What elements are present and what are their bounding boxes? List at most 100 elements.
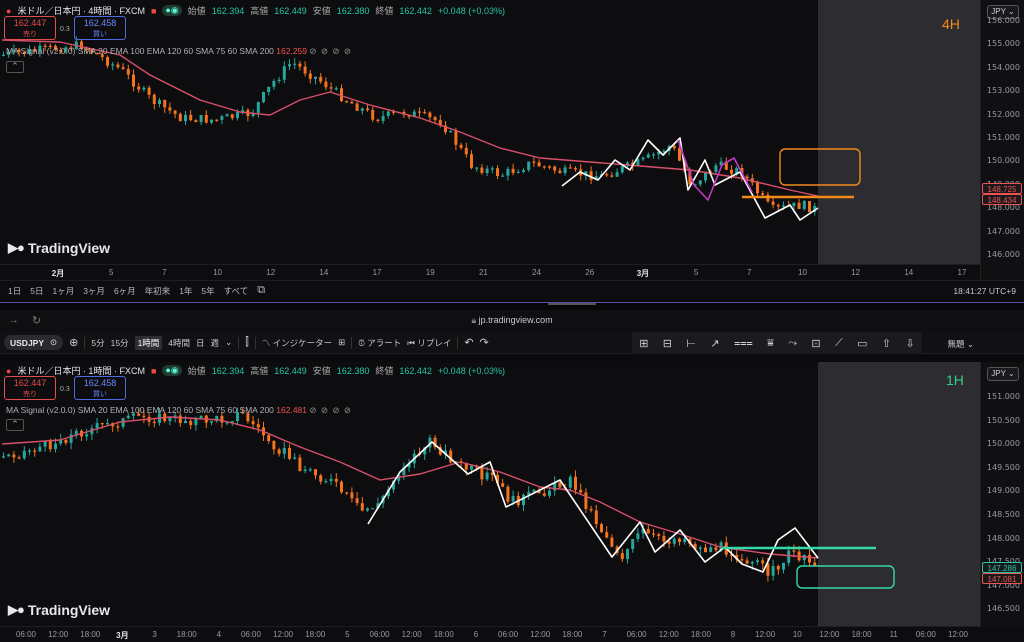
clock[interactable]: 18:41:27 UTC+9 [953,286,1016,296]
collapse-legend-button[interactable]: ⌃ [6,419,24,431]
layout-name[interactable]: 無題 ⌄ [948,338,975,350]
plot-area-1h[interactable]: ● 米ドル／日本円 · 1時間 · FXCM ■ ●◉ 始値 162.394 高値… [0,362,980,626]
price-axis-4h[interactable]: JPY ⌄ 156.000 155.000 154.000 153.000 152.00… [980,0,1024,280]
collapse-legend-button[interactable]: ⌃ [6,61,24,73]
redo-button[interactable]: ↷ [480,336,489,349]
trend-tool-icon[interactable]: ↗ [710,337,719,350]
compare-button[interactable]: ⊕ [69,336,78,349]
pane-divider[interactable] [0,302,1024,310]
rect-tool-icon[interactable]: ⊡ [811,337,820,350]
candle-body [366,108,369,110]
fib-tool-icon[interactable]: ⊢ [686,337,696,350]
range-5d[interactable]: 5日 [30,285,43,297]
candle-body [2,54,5,57]
candle-body [771,566,775,576]
interval-day[interactable]: 日 [196,337,205,349]
indicator-legend[interactable]: MA Signal (v2.0.0) SMA 20 EMA 100 EMA 12… [6,405,352,416]
candle-body [298,63,302,67]
templates-icon[interactable]: ⊞ [338,337,345,348]
long-position-icon[interactable]: ⇧ [882,337,891,350]
time-tick: 18:00 [851,630,872,639]
time-tick: 5 [345,630,350,639]
alert-button[interactable]: ⏰︎ アラート [358,337,401,349]
candle-body [470,154,473,168]
candle-body [761,560,765,564]
candle-body [360,108,364,111]
short-position-icon[interactable]: ⇩ [905,337,914,350]
candle-body [324,481,328,483]
drag-handle[interactable] [548,303,596,305]
candle-body [792,202,796,207]
range-5y[interactable]: 5年 [201,285,214,297]
brush-tool-icon[interactable]: ⟋ [835,337,843,350]
time-tick: 12:00 [48,630,69,639]
candle-body [106,423,109,425]
replay-button[interactable]: ⏮︎ リプレイ [407,337,451,349]
interval-15m[interactable]: 15分 [111,337,129,349]
time-tick: 18:00 [80,630,101,639]
candle-body [272,441,276,450]
tradingview-logo-icon: ▶● [8,240,25,255]
path-tool-icon[interactable]: ⤳ [788,337,797,350]
close-value: 162.442 [399,5,432,16]
price-tag: 148.434 [982,194,1022,205]
open-value: 162.394 [211,5,245,16]
time-axis-1h[interactable]: 06:00 12:00 18:00 3月 3 18:00 4 06:00 12:00 18:00 5… [0,626,980,642]
comment-tool-icon[interactable]: ▭ [857,337,867,350]
timeframe-label: 1H [946,372,964,388]
ma-line-1h [1,416,819,559]
url-text[interactable]: 🔒︎ jp.tradingview.com [0,315,1024,326]
candle-body [85,434,89,437]
candle-body [230,420,234,423]
range-1y[interactable]: 1年 [179,285,192,297]
channel-tool-icon[interactable]: ⩶ [734,337,753,350]
range-6m[interactable]: 6ヶ月 [114,285,136,297]
sell-button[interactable]: 162.447 売り [4,16,56,40]
pitchfork-tool-icon[interactable]: ⩸ [767,337,774,350]
interval-5m[interactable]: 5分 [91,337,104,349]
time-tick: 6 [473,630,479,639]
range-3m[interactable]: 3ヶ月 [83,285,105,297]
currency-selector[interactable]: JPY ⌄ [987,367,1019,381]
candle-body [714,547,718,551]
buy-button[interactable]: 162.458 買い [74,376,126,400]
interval-dropdown-icon[interactable]: ⌄ [225,337,232,348]
price-axis-1h[interactable]: JPY ⌄ 151.000 150.500 150.000 149.500 149.00… [980,362,1024,626]
chart-panel-4h[interactable]: ● 米ドル／日本円 · 4時間 · FXCM ■ ●◉ 始値 162.394 高値… [0,0,1024,302]
range-1m[interactable]: 1ヶ月 [52,285,74,297]
date-range-icon[interactable]: ⧉ [257,284,265,297]
range-ytd[interactable]: 年初来 [145,285,171,297]
plot-area-4h[interactable]: ● 米ドル／日本円 · 4時間 · FXCM ■ ●◉ 始値 162.394 高値… [0,0,980,264]
candle-body [745,176,749,179]
symbol-search[interactable]: USDJPY ⊙ [4,335,64,350]
buy-button[interactable]: 162.458 買い [74,16,126,40]
candle-body [355,103,359,111]
range-1d[interactable]: 1日 [8,285,21,297]
time-axis-4h[interactable]: 2月 5 7 10 12 14 17 19 21 24 26 3月 5 7 10 12 14 17 [0,264,980,280]
eye-toggle-icon[interactable]: ●◉ [162,5,182,16]
candle-body [189,114,193,121]
chart-panel-1h[interactable]: ● 米ドル／日本円 · 1時間 · FXCM ■ ●◉ 始値 162.394 高値… [0,362,1024,642]
indicators-button[interactable]: 〽 インジケーター [262,337,332,349]
candle-body [776,204,780,207]
interval-1h[interactable]: 1時間 [134,335,163,350]
indicator-legend[interactable]: MA Signal (v2.0.0) SMA 20 EMA 100 EMA 12… [6,46,352,57]
candle-body [714,165,718,172]
hlines-tool-icon[interactable]: ⊟ [663,337,672,350]
candle-body [532,161,536,163]
candle-body [756,182,759,194]
candle-body [152,421,156,423]
time-tick: 18:00 [562,630,583,639]
interval-week[interactable]: 週 [211,337,220,349]
eye-toggle-icon[interactable]: ●◉ [162,365,182,376]
candle-body [631,538,635,550]
interval-4h[interactable]: 4時間 [168,337,190,349]
candle-body [568,167,572,169]
candle-type-icon[interactable]: ⫿ [245,336,249,349]
candle-body [199,115,203,123]
sell-button[interactable]: 162.447 売り [4,376,56,400]
undo-button[interactable]: ↶ [464,336,473,349]
range-all[interactable]: すべて [224,285,249,297]
crosshair-tool-icon[interactable]: ⊞ [639,337,648,350]
price-tag: 147.081 [982,573,1022,584]
